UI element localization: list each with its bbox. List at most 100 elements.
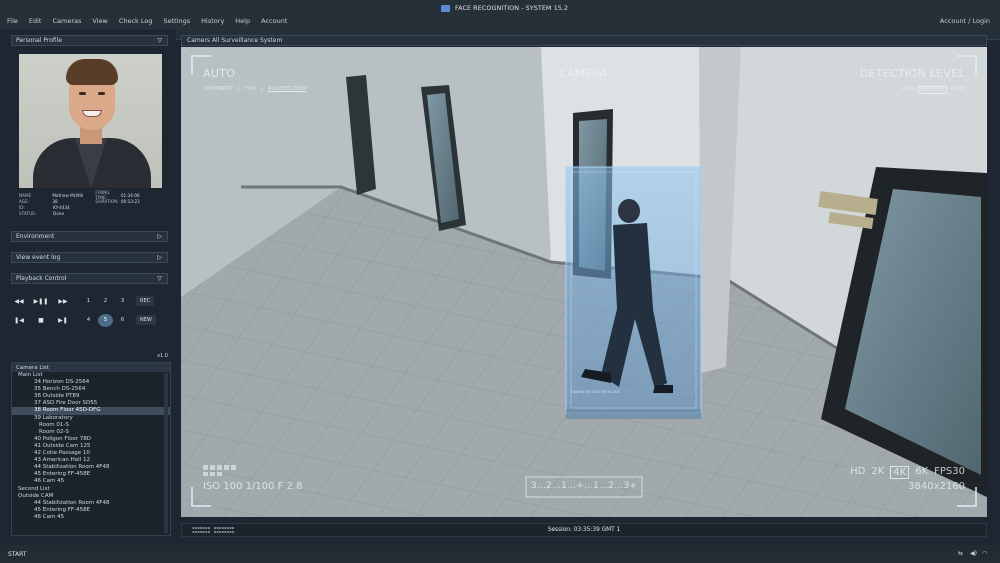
playback-row-1: ◀◀ ▶❚❚ ▶▶ 1 2 3 REC <box>11 293 168 309</box>
camera-list-item[interactable]: Room 01-S <box>12 422 170 429</box>
age-label: AGE: <box>19 198 30 204</box>
menu-check-log[interactable]: Check Log <box>119 17 153 25</box>
profile-photo <box>19 54 162 188</box>
new-button[interactable]: NEW <box>136 315 156 325</box>
system-tray: ⇆ ◀) ◠ <box>958 550 990 557</box>
exposure-readout: ISO 100 1/100 F 2.8 <box>203 481 303 492</box>
res-6k[interactable]: 6K <box>915 466 928 479</box>
menu-cameras[interactable]: Cameras <box>52 17 81 25</box>
app-logo-icon <box>441 4 450 12</box>
channel-6-button[interactable]: 6 <box>115 314 130 327</box>
camera-label: CAMERA <box>559 67 608 80</box>
rec-button[interactable]: REC <box>136 296 155 306</box>
camera-list-item[interactable]: 43 American Hall 12 <box>12 457 170 464</box>
play-pause-icon[interactable]: ▶❚❚ <box>33 295 49 308</box>
status-codes: ▪▪▪▪▪▪▪ ▪▪▪▪▪▪▪▪ ▪▪▪▪▪▪▪ ▪▪▪▪▪▪▪▪ <box>192 524 235 534</box>
level-medium[interactable]: MEDIUM <box>917 86 947 94</box>
personal-profile-dropdown[interactable]: Personal Profile ▽ <box>11 35 168 46</box>
contrast-option[interactable]: CONTRAST <box>203 86 233 92</box>
playback-speed: x1.0 <box>157 353 168 359</box>
camera-list-item[interactable]: 45 Entering FF-458E <box>12 471 170 478</box>
environment-bar[interactable]: Environment ▷ <box>11 231 168 242</box>
skip-back-icon[interactable]: ❚◀ <box>11 314 27 327</box>
camera-list-group[interactable]: Outside CAM <box>12 493 170 500</box>
fast-forward-icon[interactable]: ▶▶ <box>55 295 71 308</box>
menu-settings[interactable]: Settings <box>164 17 191 25</box>
camera-list-item[interactable]: 36 Outside PT89 <box>12 393 170 400</box>
frame-counter: 3...2...1...+...1...2...3+ <box>530 481 638 491</box>
camera-list-item[interactable]: 44 Stabilization Room 4F48 <box>12 500 170 507</box>
camera-list-item[interactable]: 37 ASD Fire Door SD55 <box>12 400 170 407</box>
network-icon[interactable]: ⇆ <box>958 550 966 557</box>
window-title: FACE RECOGNITION - SYSTEM 15.2 <box>441 4 568 12</box>
camera-list-item[interactable]: 44 Stabilization Room 4F48 <box>12 464 170 471</box>
camera-list-item[interactable]: 41 Outside Cam 125 <box>12 443 170 450</box>
id-value: KY-4434 <box>53 204 70 210</box>
detection-level-label: DETECTION LEVEL <box>859 67 965 80</box>
fixing-time-value: 01:34:06 <box>120 192 140 198</box>
view-event-log-bar[interactable]: View event log ▷ <box>11 252 168 263</box>
level-high[interactable]: HIGH <box>951 86 965 94</box>
menu-history[interactable]: History <box>201 17 224 25</box>
camera-feed-header: Camers All Surveillance System <box>181 35 987 46</box>
channel-4-button[interactable]: 4 <box>81 314 96 327</box>
channel-1-button[interactable]: 1 <box>81 295 96 308</box>
id-label: ID: <box>19 204 25 210</box>
playback-control-label: Playback Control <box>16 275 67 282</box>
duration-value: 00:13:23 <box>120 198 140 204</box>
age-value: 38 <box>52 198 58 204</box>
menu-file[interactable]: File <box>7 17 18 25</box>
app-window: FACE RECOGNITION - SYSTEM 15.2 File Edit… <box>0 0 1000 563</box>
menu-account[interactable]: Account <box>261 17 287 25</box>
account-login-link[interactable]: Account / Login <box>940 17 990 25</box>
camera-list-item[interactable]: 40 Poligon Floor 78D <box>12 436 170 443</box>
left-panel: Personal Profile ▽ NAME Mathew McMill FI… <box>0 30 176 545</box>
detection-levels: LOW MEDIUM HIGH <box>901 86 965 94</box>
start-button[interactable]: START <box>8 551 27 558</box>
playback-control-dropdown[interactable]: Playback Control ▽ <box>11 273 168 284</box>
camera-list-item[interactable]: 45 Entering FF-458E <box>12 507 170 514</box>
camera-list-header: Camera List <box>12 363 170 372</box>
skip-forward-icon[interactable]: ▶❚ <box>55 314 71 327</box>
level-low[interactable]: LOW <box>901 86 914 94</box>
camera-list-item[interactable]: 38 Room Floor 45D-DFG <box>12 407 170 415</box>
res-4k[interactable]: 4K <box>890 466 910 479</box>
name-value: Mathew McMill <box>52 192 84 198</box>
profile-info: NAME Mathew McMill FIXING TIME: 01:34:06… <box>19 190 164 217</box>
wifi-icon[interactable]: ◠ <box>982 550 990 557</box>
camera-list-scrollbar[interactable] <box>164 373 168 533</box>
camera-feed[interactable]: AUTO CAMERA DETECTION LEVEL CONTRAST | F… <box>181 47 987 517</box>
rewind-icon[interactable]: ◀◀ <box>11 295 27 308</box>
camera-list-item[interactable]: 42 Cotie Passage 10 <box>12 450 170 457</box>
camera-list-item[interactable]: 34 Horizon DS-2564 <box>12 379 170 386</box>
camera-list-items: Main List 34 Horizon DS-2564 35 Bench DS-2… <box>12 372 170 521</box>
channel-3-button[interactable]: 3 <box>115 295 130 308</box>
camera-list-group[interactable]: Second List <box>12 486 170 493</box>
window-title-text: FACE RECOGNITION - SYSTEM 15.2 <box>455 4 569 12</box>
menu-help[interactable]: Help <box>235 17 250 25</box>
menu-edit[interactable]: Edit <box>29 17 42 25</box>
resolution-options: HD 2K 4K 6K FPS30 <box>850 466 965 479</box>
camera-list-item[interactable]: Room 02-S <box>12 429 170 436</box>
stop-icon[interactable]: ■ <box>33 314 49 327</box>
camera-list-item[interactable]: 46 Cam 45 <box>12 478 170 485</box>
res-hd[interactable]: HD <box>850 466 865 479</box>
channel-5-button[interactable]: 5 <box>98 313 113 327</box>
camera-list: Camera List Main List 34 Horizon DS-2564 3… <box>11 362 171 536</box>
camera-list-group[interactable]: Main List <box>12 372 170 379</box>
ai-detection-option[interactable]: AI DETECTION <box>268 86 307 92</box>
camera-list-item[interactable]: 39 Laboratory <box>12 415 170 422</box>
camera-list-item[interactable]: 35 Bench DS-2564 <box>12 386 170 393</box>
channel-2-button[interactable]: 2 <box>98 295 113 308</box>
hud-submenu: CONTRAST | FOV | AI DETECTION <box>203 86 307 92</box>
name-label: NAME <box>19 192 32 198</box>
fov-option[interactable]: FOV <box>245 86 256 92</box>
main-menu: File Edit Cameras View Check Log Setting… <box>0 17 287 25</box>
personal-profile-label: Personal Profile <box>16 37 63 44</box>
camera-list-item[interactable]: 46 Cam 45 <box>12 514 170 521</box>
menu-view[interactable]: View <box>92 17 107 25</box>
res-2k[interactable]: 2K <box>871 466 884 479</box>
volume-icon[interactable]: ◀) <box>970 550 978 557</box>
hallway-scene <box>181 47 987 517</box>
chevron-down-icon: ▽ <box>157 37 162 44</box>
